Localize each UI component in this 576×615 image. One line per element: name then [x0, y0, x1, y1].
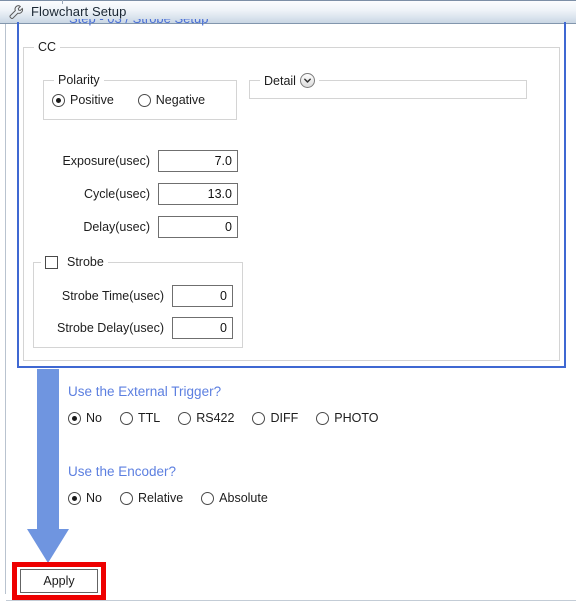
radio-label: RS422 — [196, 411, 235, 425]
radio-dot-icon — [68, 491, 81, 505]
step-header-text: Step - 03 / Strobe Setup — [69, 19, 208, 26]
flow-arrow-down-icon — [27, 369, 69, 563]
wrench-icon — [9, 4, 24, 19]
delay-input[interactable] — [158, 216, 238, 238]
polarity-groupbox: Polarity Positive Negative — [43, 73, 237, 120]
radio-trigger-photo[interactable]: PHOTO — [316, 411, 378, 425]
strobe-delay-label: Strobe Delay(usec) — [57, 321, 164, 335]
radio-label: Positive — [70, 93, 114, 107]
chevron-down-icon[interactable] — [299, 73, 315, 88]
polarity-radio-group: Positive Negative — [44, 81, 205, 119]
radio-polarity-negative[interactable]: Negative — [137, 93, 206, 107]
radio-trigger-ttl[interactable]: TTL — [119, 411, 161, 425]
field-row-delay: Delay(usec) — [44, 216, 238, 238]
radio-dot-icon — [119, 411, 133, 425]
radio-label: Negative — [155, 93, 206, 107]
radio-dot-icon — [52, 93, 65, 107]
chevron-down-glyph — [304, 78, 311, 83]
radio-dot-icon — [119, 491, 133, 505]
title-bar-top-line — [0, 0, 576, 1]
exposure-input[interactable] — [158, 150, 238, 172]
radio-label: Relative — [137, 491, 184, 505]
exposure-label: Exposure(usec) — [62, 154, 150, 168]
radio-encoder-absolute[interactable]: Absolute — [201, 491, 268, 505]
radio-dot-icon — [252, 411, 266, 425]
left-gutter — [0, 24, 6, 594]
encoder-radio-group: No Relative Absolute — [68, 491, 268, 505]
radio-encoder-no[interactable]: No — [68, 491, 102, 505]
radio-dot-icon — [316, 411, 330, 425]
title-bar-divider — [62, 0, 63, 4]
radio-polarity-positive[interactable]: Positive — [52, 93, 114, 107]
strobe-time-label: Strobe Time(usec) — [61, 289, 164, 303]
cycle-label: Cycle(usec) — [84, 187, 150, 201]
radio-trigger-rs422[interactable]: RS422 — [178, 411, 234, 425]
cycle-input[interactable] — [158, 183, 238, 205]
window-title-text: Flowchart Setup — [31, 4, 127, 19]
detail-label-text: Detail — [264, 73, 296, 88]
field-row-strobe-delay: Strobe Delay(usec) — [33, 317, 233, 339]
radio-trigger-diff[interactable]: DIFF — [252, 411, 298, 425]
radio-dot-icon — [201, 491, 215, 505]
radio-label: PHOTO — [334, 411, 379, 425]
radio-dot-icon — [137, 93, 151, 107]
field-row-strobe-time: Strobe Time(usec) — [33, 285, 233, 307]
delay-label: Delay(usec) — [83, 220, 150, 234]
field-row-cycle: Cycle(usec) — [44, 183, 238, 205]
field-row-exposure: Exposure(usec) — [44, 150, 238, 172]
apply-button[interactable]: Apply — [20, 569, 98, 593]
radio-label: Absolute — [219, 491, 268, 505]
encoder-question-title: Use the Encoder? — [68, 464, 177, 479]
external-trigger-radio-group: No TTL RS422 DIFF PHOTO — [68, 411, 378, 425]
strobe-label: Strobe — [67, 255, 104, 269]
flowchart-setup-window: Flowchart Setup Step - 03 / Strobe Setup… — [0, 0, 576, 615]
strobe-delay-input[interactable] — [172, 317, 233, 339]
radio-label: No — [86, 411, 102, 425]
radio-label: No — [86, 491, 102, 505]
radio-encoder-relative[interactable]: Relative — [119, 491, 184, 505]
strobe-checkbox[interactable]: Strobe — [41, 255, 108, 269]
bottom-rule — [6, 600, 576, 601]
radio-trigger-no[interactable]: No — [68, 411, 102, 425]
external-trigger-question-title: Use the External Trigger? — [68, 384, 222, 399]
strobe-time-input[interactable] — [172, 285, 233, 307]
radio-label: TTL — [137, 411, 161, 425]
radio-dot-icon — [68, 411, 81, 425]
cc-groupbox-label: CC — [34, 40, 61, 54]
detail-groupbox: Detail — [249, 73, 527, 99]
checkbox-icon — [45, 255, 58, 269]
radio-label: DIFF — [270, 411, 299, 425]
radio-dot-icon — [178, 411, 192, 425]
detail-groupbox-label: Detail — [260, 73, 319, 88]
